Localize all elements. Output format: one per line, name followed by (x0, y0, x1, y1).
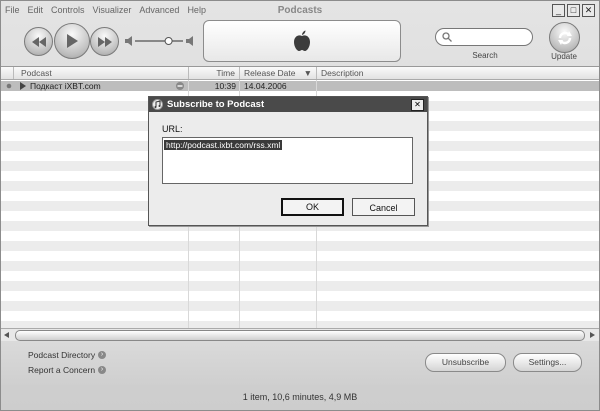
update-button[interactable] (549, 22, 580, 53)
maximize-button[interactable]: □ (567, 4, 580, 17)
cancel-button[interactable]: Cancel (352, 198, 415, 216)
scroll-left-icon[interactable] (4, 332, 10, 338)
table-row[interactable]: Подкаст iXBT.com 10:39 14.04.2006 (1, 81, 599, 91)
table-header: Podcast Time Release Date ▼ Description (1, 67, 599, 80)
column-header-description[interactable]: Description (317, 67, 599, 79)
window-title: Podcasts (277, 5, 323, 16)
url-value: http://podcast.ixbt.com/rss.xml (164, 140, 283, 150)
status-display (203, 20, 401, 62)
empty-row (1, 241, 599, 251)
play-icon (67, 34, 78, 48)
get-arrow-icon[interactable] (175, 81, 185, 91)
itunes-icon (152, 99, 163, 110)
search-icon (442, 32, 452, 42)
fast-forward-icon (97, 36, 112, 47)
dialog-title: Subscribe to Podcast (149, 97, 427, 112)
search-label: Search (472, 51, 498, 60)
column-header-time[interactable]: Time (189, 67, 240, 79)
volume-low-icon (125, 36, 132, 46)
rewind-icon (31, 36, 46, 47)
settings-button[interactable]: Settings... (513, 353, 582, 372)
column-header-release-date[interactable]: Release Date ▼ (240, 67, 317, 79)
subscribe-dialog: Subscribe to Podcast ✕ URL: http://podca… (148, 96, 428, 226)
url-input[interactable]: http://podcast.ixbt.com/rss.xml (162, 137, 413, 184)
podcast-name: Подкаст iXBT.com (30, 81, 101, 91)
scroll-right-icon[interactable] (590, 332, 596, 338)
url-label: URL: (162, 124, 183, 134)
next-button[interactable] (90, 27, 119, 56)
podcast-directory-link[interactable]: Podcast Directory › (28, 350, 107, 360)
window-controls: _ □ ✕ (552, 4, 595, 17)
empty-row (1, 301, 599, 311)
report-concern-label: Report a Concern (28, 365, 96, 375)
ok-button[interactable]: OK (281, 198, 344, 216)
play-button[interactable] (54, 23, 90, 59)
apple-logo-icon (294, 30, 310, 51)
status-dot-icon (6, 81, 12, 91)
header-spacer (1, 67, 14, 79)
volume-high-icon (186, 36, 193, 46)
sort-arrow-icon: ▼ (303, 68, 312, 78)
volume-slider[interactable] (125, 36, 195, 46)
horizontal-scrollbar[interactable] (1, 328, 599, 342)
status-bar-text: 1 item, 10,6 minutes, 4,9 MB (242, 392, 358, 402)
close-button[interactable]: ✕ (582, 4, 595, 17)
column-header-podcast[interactable]: Podcast (17, 67, 189, 79)
minimize-button[interactable]: _ (552, 4, 565, 17)
podcast-time: 10:39 (214, 81, 236, 91)
dialog-close-button[interactable]: ✕ (411, 99, 424, 111)
scrollbar-thumb[interactable] (15, 330, 585, 341)
search-input[interactable] (435, 28, 533, 46)
previous-button[interactable] (24, 27, 53, 56)
refresh-icon (557, 30, 572, 45)
arrow-right-icon: › (98, 366, 107, 374)
podcast-directory-label: Podcast Directory (28, 350, 96, 360)
report-concern-link[interactable]: Report a Concern › (28, 365, 107, 375)
update-label: Update (551, 52, 577, 61)
arrow-right-icon: › (98, 351, 107, 359)
bottom-bar: Podcast Directory › Report a Concern › U… (1, 341, 599, 385)
release-date-header-label: Release Date (244, 68, 296, 78)
podcast-release-date: 14.04.2006 (244, 81, 287, 91)
unsubscribe-button[interactable]: Unsubscribe (425, 353, 506, 372)
empty-row (1, 261, 599, 271)
volume-knob (164, 37, 173, 45)
empty-row (1, 281, 599, 291)
disclosure-triangle-icon[interactable] (19, 81, 27, 91)
